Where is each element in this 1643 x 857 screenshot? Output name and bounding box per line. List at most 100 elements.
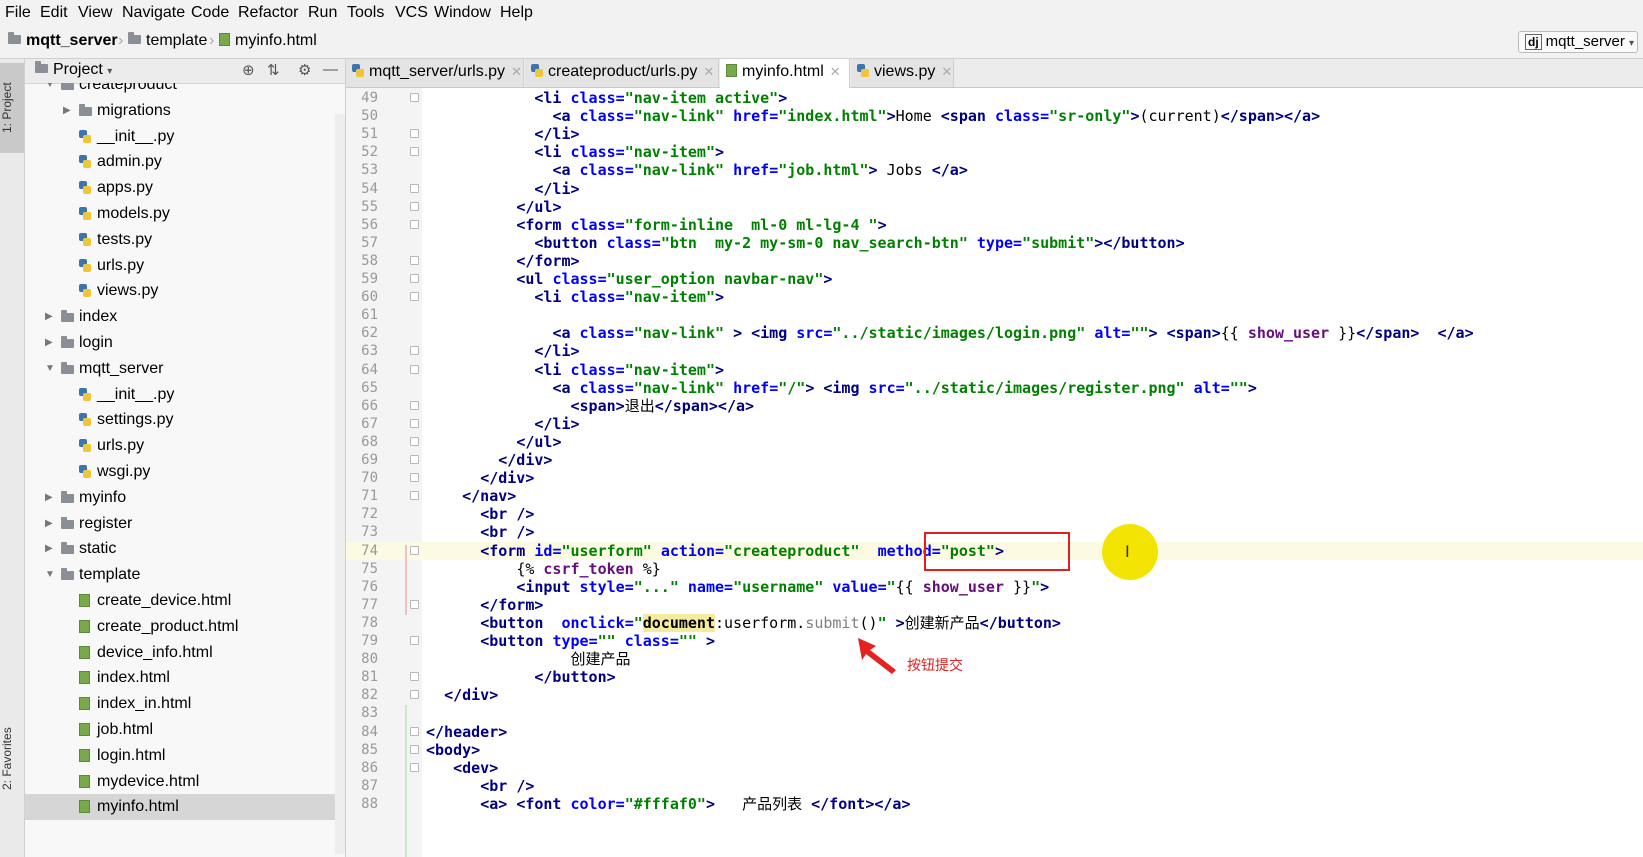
fold-marker-icon[interactable] bbox=[410, 455, 419, 464]
fold-marker-icon[interactable] bbox=[410, 183, 419, 193]
menu-view[interactable]: View bbox=[78, 4, 112, 22]
code-line[interactable]: 81 </button> bbox=[346, 668, 1643, 686]
menu-edit[interactable]: Edit bbox=[40, 4, 68, 22]
tree-item[interactable]: myinfo.html bbox=[25, 794, 335, 821]
code-line[interactable]: 83 bbox=[346, 704, 1643, 722]
code-line[interactable]: 77 </form> bbox=[346, 596, 1643, 614]
code-line[interactable]: 63 </li> bbox=[346, 342, 1643, 360]
code-line[interactable]: 70 </div> bbox=[346, 469, 1643, 487]
tree-item[interactable]: ▶ login bbox=[25, 330, 335, 356]
menu-tools[interactable]: Tools bbox=[347, 4, 384, 22]
chevron-right-icon[interactable]: ▶ bbox=[45, 330, 53, 356]
tree-item[interactable]: ▶ migrations bbox=[25, 98, 335, 124]
chevron-right-icon[interactable]: ▶ bbox=[45, 485, 53, 511]
editor-tab[interactable]: mqtt_server/urls.py ✕ bbox=[346, 59, 524, 87]
close-icon[interactable]: ✕ bbox=[511, 64, 522, 79]
code-line[interactable]: 60 <li class="nav-item"> bbox=[346, 288, 1643, 306]
tree-item[interactable]: __init__.py bbox=[25, 382, 335, 408]
tree-item[interactable]: tests.py bbox=[25, 227, 335, 253]
code-line[interactable]: 52 <li class="nav-item"> bbox=[346, 143, 1643, 161]
fold-marker-icon[interactable] bbox=[410, 690, 419, 700]
fold-marker-icon[interactable] bbox=[410, 400, 419, 410]
code-line[interactable]: 59 <ul class="user_option navbar-nav"> bbox=[346, 270, 1643, 288]
code-editor[interactable]: 49 <li class="nav-item active"> 50 <a cla… bbox=[346, 88, 1643, 857]
chevron-down-icon[interactable]: ▼ bbox=[45, 83, 55, 98]
breadcrumb-file[interactable]: myinfo.html bbox=[219, 32, 317, 50]
menu-navigate[interactable]: Navigate bbox=[122, 4, 185, 22]
menu-file[interactable]: File bbox=[5, 4, 31, 22]
code-line[interactable]: 54 </li> bbox=[346, 180, 1643, 198]
editor-tab[interactable]: createproduct/urls.py ✕ bbox=[525, 59, 719, 87]
code-line[interactable]: 49 <li class="nav-item active"> bbox=[346, 89, 1643, 107]
chevron-right-icon[interactable]: ▶ bbox=[45, 304, 53, 330]
tree-item[interactable]: ▶ myinfo bbox=[25, 485, 335, 511]
code-line[interactable]: 88 <a> <font color="#fffaf0"> 产品列表 </fon… bbox=[346, 795, 1643, 813]
tree-item[interactable]: views.py bbox=[25, 278, 335, 304]
hide-icon[interactable]: — bbox=[323, 61, 338, 78]
tree-scrollbar[interactable] bbox=[335, 114, 345, 854]
fold-marker-icon[interactable] bbox=[410, 436, 419, 446]
code-line[interactable]: 78 <button onclick="document:userform.su… bbox=[346, 613, 1643, 632]
tree-item[interactable]: ▶ static bbox=[25, 536, 335, 562]
code-line[interactable]: 51 </li> bbox=[346, 125, 1643, 143]
code-line[interactable]: 58 </form> bbox=[346, 252, 1643, 270]
gear-icon[interactable]: ⚙ bbox=[298, 61, 311, 79]
fold-marker-icon[interactable] bbox=[410, 255, 419, 265]
tree-item[interactable]: job.html bbox=[25, 717, 335, 743]
fold-marker-icon[interactable] bbox=[410, 129, 419, 139]
fold-marker-icon[interactable] bbox=[410, 219, 419, 229]
code-line[interactable]: 79 <button type="" class="" > bbox=[346, 632, 1643, 650]
fold-marker-icon[interactable] bbox=[410, 473, 419, 483]
menu-vcs[interactable]: VCS bbox=[395, 4, 428, 22]
code-line[interactable]: 56 <form class="form-inline ml-0 ml-lg-4… bbox=[346, 216, 1643, 234]
fold-marker-icon[interactable] bbox=[410, 491, 419, 501]
code-line[interactable]: 62 <a class="nav-link" > <img src="../st… bbox=[346, 324, 1643, 342]
tree-item[interactable]: wsgi.py bbox=[25, 459, 335, 485]
code-line[interactable]: 64 <li class="nav-item"> bbox=[346, 361, 1643, 379]
code-line[interactable]: 53 <a class="nav-link" href="job.html"> … bbox=[346, 161, 1643, 179]
fold-marker-icon[interactable] bbox=[410, 599, 419, 609]
close-icon[interactable]: ✕ bbox=[830, 64, 841, 79]
tree-item[interactable]: ▼ createproduct bbox=[25, 83, 335, 98]
code-line[interactable]: 76 <input style="..." name="username" va… bbox=[346, 578, 1643, 596]
chevron-right-icon[interactable]: ▶ bbox=[45, 511, 53, 537]
code-line[interactable]: 67 </li> bbox=[346, 415, 1643, 433]
code-line[interactable]: 86 <dev> bbox=[346, 759, 1643, 777]
collapse-all-icon[interactable]: ⇅ bbox=[267, 61, 280, 79]
code-line[interactable]: 61 bbox=[346, 306, 1643, 324]
tree-item[interactable]: mydevice.html bbox=[25, 769, 335, 795]
fold-marker-icon[interactable] bbox=[410, 418, 419, 428]
breadcrumb-project[interactable]: mqtt_server bbox=[8, 32, 118, 50]
tree-item[interactable]: urls.py bbox=[25, 253, 335, 279]
close-icon[interactable]: ✕ bbox=[941, 64, 952, 79]
fold-marker-icon[interactable] bbox=[410, 93, 419, 102]
fold-marker-icon[interactable] bbox=[410, 201, 419, 211]
code-line[interactable]: 80 创建产品 bbox=[346, 650, 1643, 668]
run-config-dropdown[interactable]: dj mqtt_server ▾ bbox=[1518, 31, 1638, 53]
editor-tab[interactable]: myinfo.html ✕ bbox=[720, 59, 850, 88]
chevron-down-icon[interactable]: ▼ bbox=[45, 356, 55, 382]
tree-item[interactable]: device_info.html bbox=[25, 640, 335, 666]
menu-help[interactable]: Help bbox=[500, 4, 533, 22]
project-view-dropdown[interactable]: Project ▾ bbox=[53, 61, 112, 79]
fold-marker-icon[interactable] bbox=[410, 147, 419, 157]
menu-code[interactable]: Code bbox=[191, 4, 229, 22]
code-line[interactable]: 71 </nav> bbox=[346, 487, 1643, 505]
tree-item[interactable]: login.html bbox=[25, 743, 335, 769]
breadcrumb-folder[interactable]: template bbox=[128, 32, 207, 50]
editor-tab[interactable]: views.py ✕ bbox=[851, 59, 954, 87]
code-line[interactable]: 65 <a class="nav-link" href="/"> <img sr… bbox=[346, 379, 1643, 397]
tree-item[interactable]: apps.py bbox=[25, 175, 335, 201]
code-line[interactable]: 85 <body> bbox=[346, 741, 1643, 759]
tree-item[interactable]: settings.py bbox=[25, 407, 335, 433]
fold-marker-icon[interactable] bbox=[410, 364, 419, 374]
tool-tab-favorites[interactable]: 2: Favorites bbox=[0, 714, 24, 804]
tree-item[interactable]: index_in.html bbox=[25, 691, 335, 717]
code-line[interactable]: 72 <br /> bbox=[346, 505, 1643, 523]
tree-item[interactable]: admin.py bbox=[25, 149, 335, 175]
fold-marker-icon[interactable] bbox=[410, 292, 419, 302]
fold-marker-icon[interactable] bbox=[410, 274, 419, 283]
tree-item[interactable]: create_device.html bbox=[25, 588, 335, 614]
code-line[interactable]: 82 </div> bbox=[346, 686, 1643, 704]
fold-marker-icon[interactable] bbox=[410, 672, 419, 682]
